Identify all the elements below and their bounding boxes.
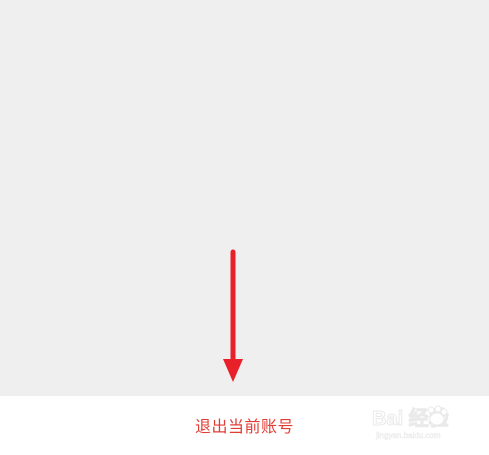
app-screen: 退出当前账号 Bai 经验 jingyan.baidu.com — [0, 0, 489, 455]
bottom-action-panel: 退出当前账号 — [0, 396, 489, 455]
logout-label: 退出当前账号 — [194, 416, 294, 436]
blank-content-area — [0, 0, 489, 396]
logout-button[interactable]: 退出当前账号 — [0, 396, 489, 455]
